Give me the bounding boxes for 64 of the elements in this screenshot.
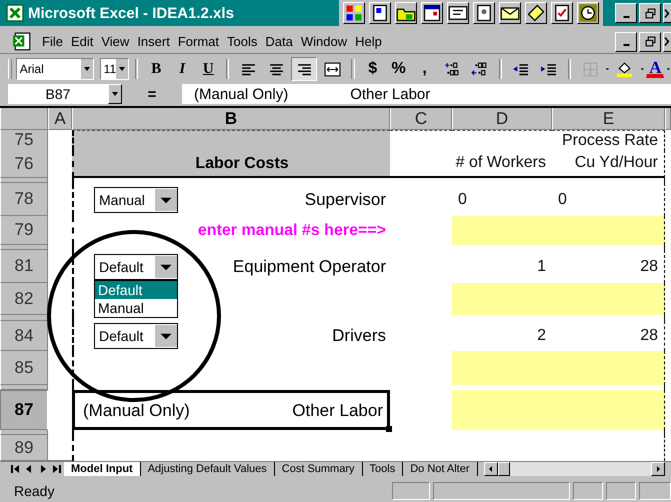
menu-item[interactable]: Tools — [223, 32, 262, 51]
dropdown[interactable]: Default — [94, 323, 178, 349]
menu-item[interactable]: View — [97, 32, 134, 51]
hint-text: enter manual #s here==> — [198, 222, 386, 240]
sheet-tab[interactable]: Adjusting Default Values — [140, 462, 275, 476]
row-header[interactable]: 85 — [0, 351, 48, 385]
row-label: Drivers — [332, 326, 386, 346]
font-size-field[interactable]: 11 — [100, 58, 130, 80]
row-label: Equipment Operator — [232, 256, 386, 276]
row-header[interactable]: 78 — [0, 183, 48, 216]
dropdown-option[interactable]: Manual — [95, 298, 177, 316]
column-header[interactable]: A — [48, 108, 72, 130]
formula-text: (Manual Only) — [194, 86, 288, 102]
window-title: Microsoft Excel - IDEA1.2.xls — [28, 4, 235, 22]
menu-item[interactable]: Window — [296, 32, 352, 51]
row-header[interactable]: 82 — [0, 283, 48, 315]
row-header[interactable]: 76 — [0, 150, 48, 178]
note-text: (Manual Only) — [83, 401, 190, 421]
row-header[interactable]: 75 — [0, 130, 48, 151]
formula-field[interactable]: (Manual Only) Other Labor — [182, 84, 671, 104]
row-header[interactable]: 87 — [0, 390, 48, 430]
menu-item[interactable]: Edit — [66, 32, 98, 51]
cell-value: 2 — [537, 327, 546, 345]
menu-item[interactable]: Help — [351, 32, 386, 51]
percent-button[interactable]: % — [386, 58, 411, 80]
comma-button[interactable]: , — [412, 58, 437, 80]
column-heading: Cu Yd/Hour — [574, 154, 658, 172]
font-name-field[interactable]: Arial — [16, 58, 94, 80]
row-header[interactable]: 79 — [0, 216, 48, 245]
font-color-button[interactable]: A — [646, 60, 664, 78]
column-heading: # of Workers — [456, 154, 546, 172]
menu-item[interactable]: Format — [174, 32, 223, 51]
equals-sign: = — [146, 86, 158, 102]
sheet-tab[interactable]: Model Input — [64, 462, 141, 476]
row-header[interactable]: 81 — [0, 250, 48, 283]
row-header[interactable]: 89 — [0, 435, 48, 461]
currency-button[interactable]: $ — [360, 58, 385, 80]
row-label: Supervisor — [304, 190, 386, 210]
cell-value: 0 — [558, 190, 567, 208]
name-box[interactable]: B87 — [8, 84, 108, 104]
menu-item[interactable]: Data — [261, 32, 297, 51]
row-header[interactable]: 84 — [0, 321, 48, 351]
column-header[interactable]: D — [452, 108, 552, 130]
status-text: Ready — [14, 483, 56, 499]
menu-item[interactable]: File — [38, 32, 67, 51]
formula-text: Other Labor — [350, 86, 430, 102]
row-label: Other Labor — [292, 401, 383, 421]
cell-value: 1 — [537, 258, 546, 276]
menu-item[interactable]: Insert — [133, 32, 174, 51]
cell-value: 28 — [640, 258, 658, 276]
dropdown-option[interactable]: Default — [95, 280, 177, 298]
sheet-tab[interactable]: Tools — [362, 462, 404, 476]
underline-button[interactable]: U — [196, 58, 220, 80]
italic-button[interactable]: I — [170, 58, 194, 80]
column-header[interactable]: B — [72, 108, 390, 130]
column-header[interactable]: C — [390, 108, 452, 130]
dropdown[interactable]: Default — [94, 254, 178, 280]
bold-button[interactable]: B — [144, 58, 168, 80]
cell-value: 28 — [640, 327, 658, 345]
section-title: Labor Costs — [195, 155, 289, 173]
column-heading: Process Rate — [562, 132, 658, 150]
column-header[interactable]: E — [552, 108, 665, 130]
cell-value: 0 — [458, 190, 467, 208]
dropdown[interactable]: Manual — [94, 186, 178, 212]
